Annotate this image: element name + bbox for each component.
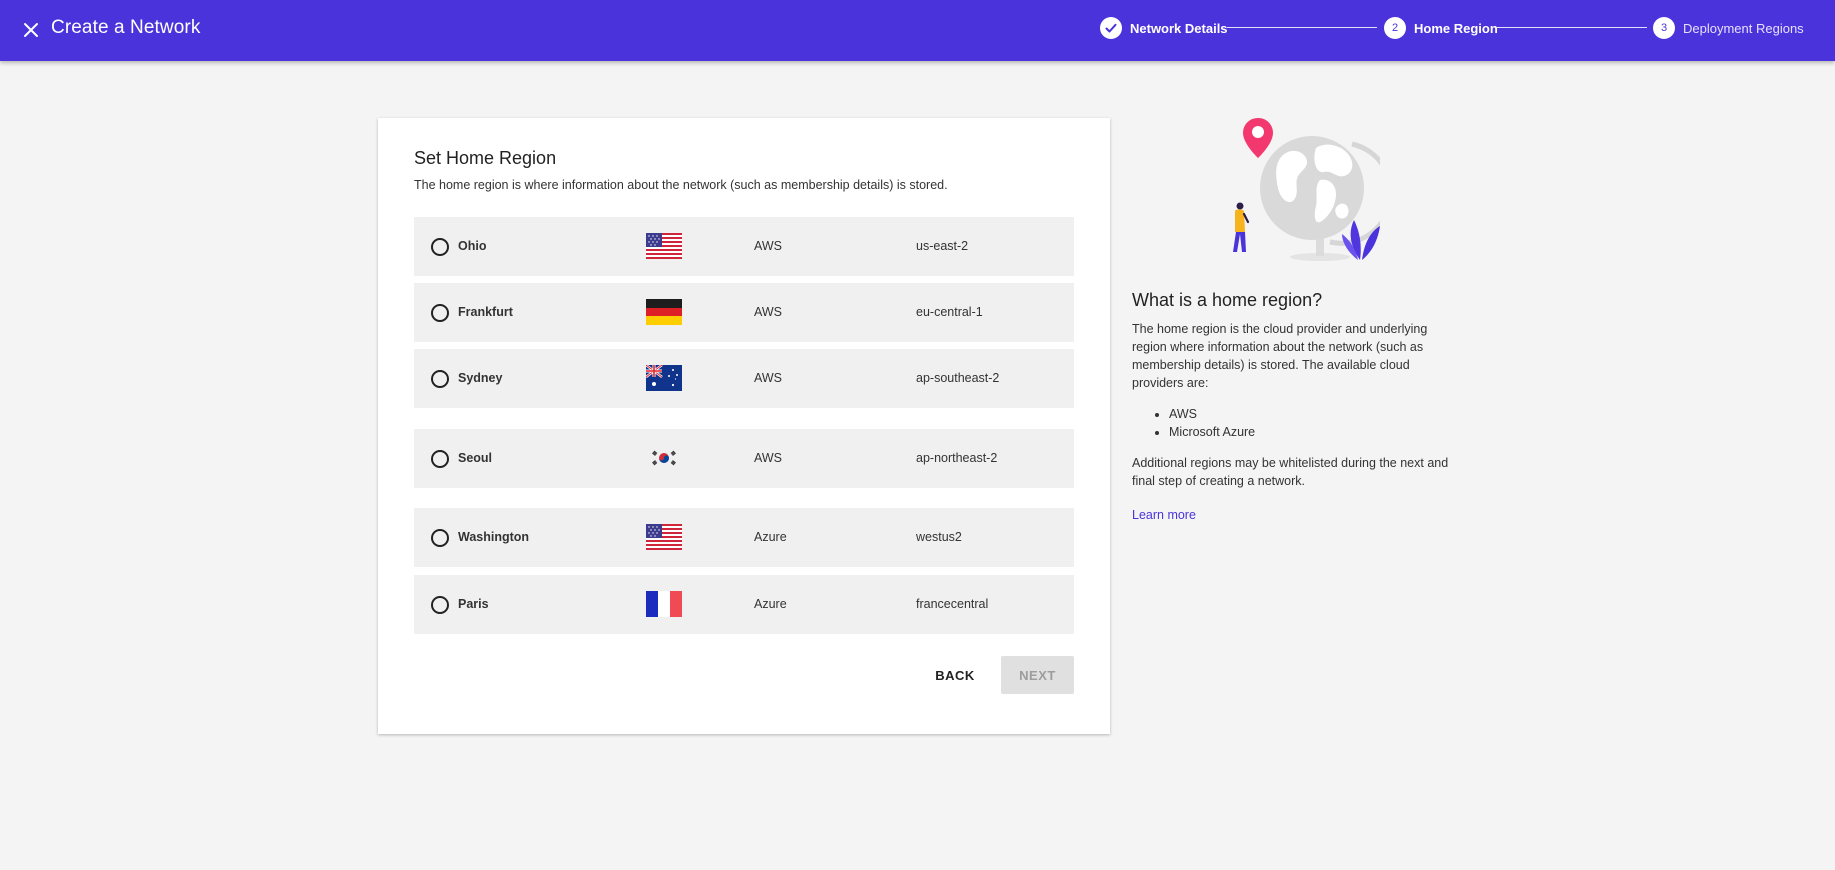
region-provider: AWS: [754, 451, 783, 465]
learn-more-link[interactable]: Learn more: [1132, 508, 1196, 522]
step-label: Home Region: [1414, 20, 1498, 36]
radio-button[interactable]: [431, 238, 449, 256]
region-provider: AWS: [754, 371, 783, 385]
card-title: Set Home Region: [414, 148, 557, 168]
globe-location-illustration: [1233, 118, 1380, 261]
region-code: us-east-2: [916, 239, 969, 253]
region-code: ap-northeast-2: [916, 451, 998, 465]
region-option-washington[interactable]: Washington Azure westus2: [414, 508, 1074, 567]
radio-button[interactable]: [431, 304, 449, 322]
info-title: What is a home region?: [1132, 290, 1323, 310]
region-provider: AWS: [754, 305, 783, 319]
provider-list: AWS Microsoft Azure: [1169, 405, 1462, 441]
step-number: 3: [1653, 17, 1675, 39]
step-label: Deployment Regions: [1683, 20, 1804, 36]
radio-button[interactable]: [431, 596, 449, 614]
list-item: Microsoft Azure: [1169, 423, 1462, 441]
check-icon: [1100, 17, 1122, 39]
radio-button[interactable]: [431, 370, 449, 388]
region-option-paris[interactable]: Paris Azure francecentral: [414, 575, 1074, 634]
top-app-bar: Create a Network Network Details 2 Home …: [0, 0, 1835, 61]
region-provider: AWS: [754, 239, 783, 253]
step-connector: [1497, 27, 1647, 28]
page-title: Create a Network: [51, 17, 201, 38]
step-label: Network Details: [1130, 20, 1228, 36]
region-option-sydney[interactable]: Sydney AWS ap-southeast-2: [414, 349, 1074, 408]
region-option-ohio[interactable]: Ohio AWS us-east-2: [414, 217, 1074, 276]
info-paragraph: The home region is the cloud provider an…: [1132, 322, 1428, 390]
card-description: The home region is where information abo…: [414, 178, 948, 192]
step-deployment-regions[interactable]: 3 Deployment Regions: [1653, 17, 1804, 39]
home-region-card: Set Home Region The home region is where…: [378, 118, 1110, 734]
de-flag-icon: [646, 299, 682, 325]
region-city: Sydney: [458, 371, 503, 385]
region-provider: Azure: [754, 530, 787, 544]
close-button[interactable]: [18, 17, 44, 43]
region-city: Frankfurt: [458, 305, 513, 319]
info-paragraph: Additional regions may be whitelisted du…: [1132, 456, 1449, 488]
region-city: Paris: [458, 597, 489, 611]
step-home-region[interactable]: 2 Home Region: [1384, 17, 1498, 39]
region-option-seoul[interactable]: Seoul AWS ap-northeast-2: [414, 429, 1074, 488]
us-flag-icon: [646, 524, 682, 550]
close-icon: [24, 23, 38, 37]
fr-flag-icon: [646, 591, 682, 617]
step-number: 2: [1384, 17, 1406, 39]
region-city: Ohio: [458, 239, 487, 253]
back-button[interactable]: BACK: [922, 656, 988, 694]
kr-flag-icon: [646, 445, 682, 471]
us-flag-icon: [646, 233, 682, 259]
radio-button[interactable]: [431, 450, 449, 468]
home-region-info: What is a home region? The home region i…: [1132, 290, 1462, 524]
region-code: francecentral: [916, 597, 989, 611]
radio-button[interactable]: [431, 529, 449, 547]
region-city: Seoul: [458, 451, 493, 465]
region-code: ap-southeast-2: [916, 371, 1000, 385]
region-provider: Azure: [754, 597, 787, 611]
next-button[interactable]: NEXT: [1001, 656, 1074, 694]
region-city: Washington: [458, 530, 530, 544]
region-code: eu-central-1: [916, 305, 983, 319]
list-item: AWS: [1169, 405, 1462, 423]
step-connector: [1227, 27, 1377, 28]
au-flag-icon: [646, 365, 682, 391]
step-network-details[interactable]: Network Details: [1100, 17, 1228, 39]
region-option-frankfurt[interactable]: Frankfurt AWS eu-central-1: [414, 283, 1074, 342]
region-code: westus2: [916, 530, 962, 544]
